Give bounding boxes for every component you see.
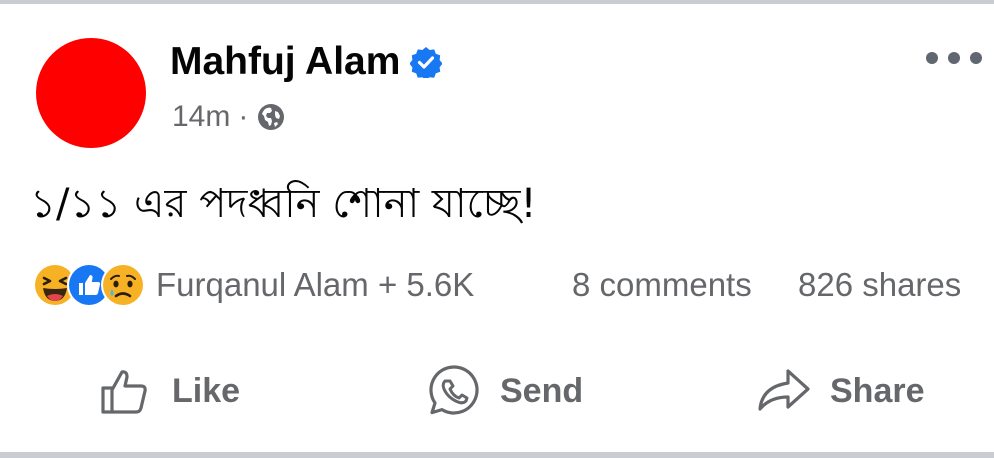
send-label: Send [500, 371, 584, 410]
sad-icon [101, 263, 145, 307]
top-divider [0, 0, 994, 4]
post-meta: 14m · [172, 100, 286, 134]
bottom-divider [0, 452, 994, 458]
post-header: Mahfuj Alam [170, 40, 444, 84]
reactors-summary[interactable]: Furqanul Alam + 5.6K [156, 266, 474, 304]
reactions-bar: Furqanul Alam + 5.6K 8 comments 826 shar… [32, 260, 982, 310]
more-options-button[interactable] [926, 44, 982, 72]
meta-separator: · [238, 100, 249, 133]
verified-badge-icon [409, 46, 444, 81]
more-dot-icon [970, 52, 982, 64]
post-time[interactable]: 14m [172, 100, 230, 134]
thumbs-up-icon [101, 370, 147, 414]
author-name[interactable]: Mahfuj Alam [170, 40, 400, 84]
globe-icon[interactable] [256, 102, 286, 132]
post-actions: Like Send Share [0, 356, 994, 426]
messenger-icon [429, 365, 479, 415]
avatar[interactable] [36, 38, 146, 148]
share-arrow-icon [758, 369, 810, 411]
more-dot-icon [926, 52, 938, 64]
send-button[interactable]: Send [426, 356, 583, 426]
reaction-icons[interactable] [32, 262, 146, 308]
post-text: ১/১১ এর পদধ্বনি শোনা যাচ্ছে! [30, 181, 537, 227]
shares-count[interactable]: 826 shares [798, 266, 961, 304]
more-dot-icon [948, 52, 960, 64]
comments-count[interactable]: 8 comments [572, 266, 752, 304]
share-label: Share [830, 371, 925, 410]
like-button[interactable]: Like [98, 356, 240, 426]
like-label: Like [172, 371, 241, 410]
share-button[interactable]: Share [756, 356, 925, 426]
